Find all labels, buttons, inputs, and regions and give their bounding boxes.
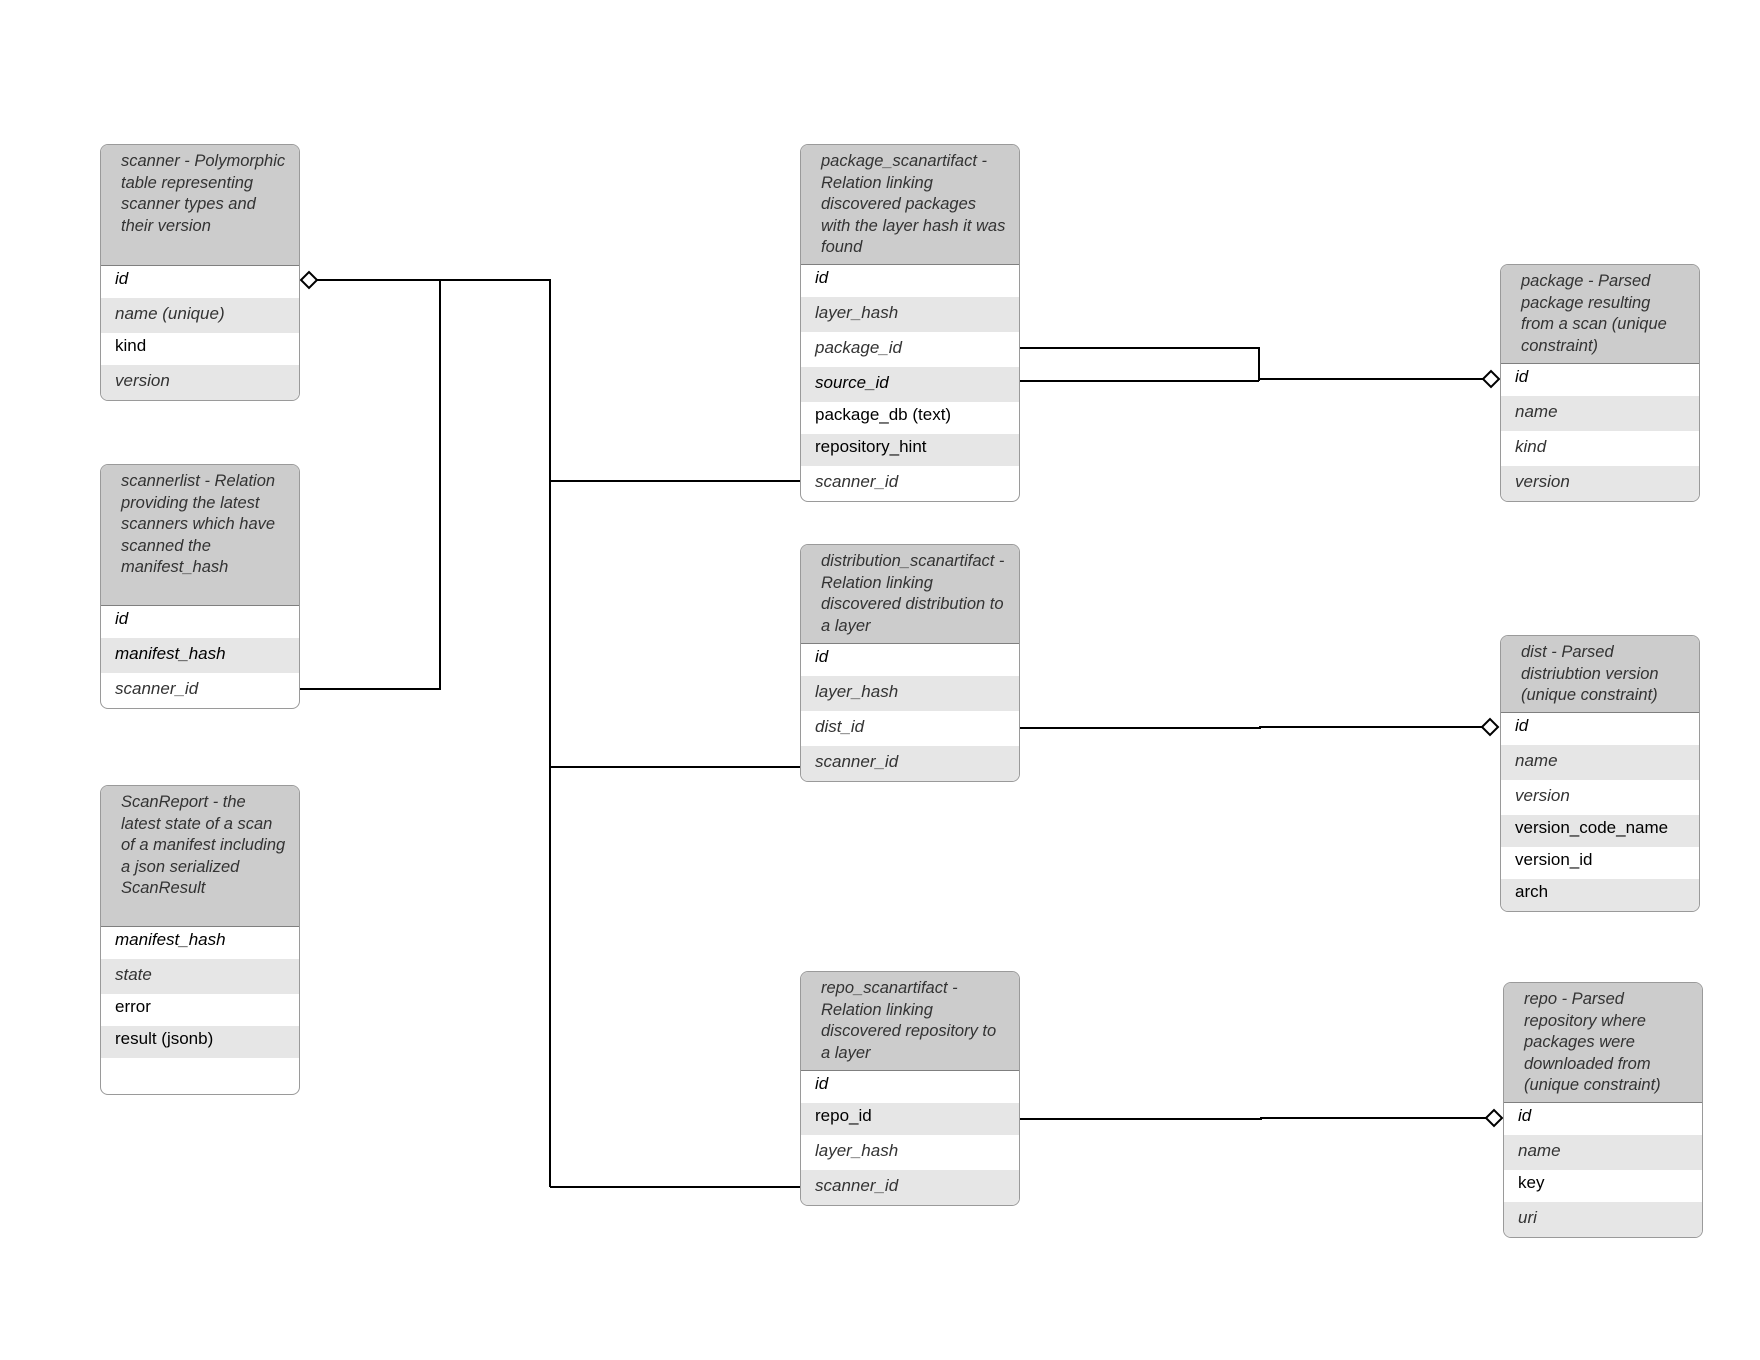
field-manifest-hash: manifest_hash — [115, 930, 226, 949]
field-list: id name key uri — [1504, 1103, 1702, 1237]
field-id: id — [815, 647, 829, 666]
link-repo-id — [1020, 1117, 1486, 1120]
field-list: id layer_hash package_id source_id package_d… — [801, 265, 1019, 501]
field-layer-hash: layer_hash — [801, 676, 1019, 711]
entity-dist[interactable]: dist - Parsed distriubtion version (uniq… — [1500, 635, 1700, 912]
entity-title: package_scanartifact - Relation linking … — [801, 145, 1019, 265]
field-name: name — [1501, 745, 1699, 780]
field-list: id repo_id layer_hash scanner_id — [801, 1071, 1019, 1205]
entity-title: scanner - Polymorphic table representing… — [101, 145, 299, 266]
field-repo-id: repo_id — [801, 1103, 1019, 1135]
field-arch: arch — [1501, 879, 1699, 911]
link-package-id — [1020, 347, 1260, 381]
entity-title: ScanReport - the latest state of a scan … — [101, 786, 299, 927]
field-source-id: source_id — [801, 367, 1019, 402]
entity-scanner[interactable]: scanner - Polymorphic table representing… — [100, 144, 300, 401]
field-id: id — [1515, 367, 1529, 386]
field-layer-hash: layer_hash — [815, 1141, 899, 1160]
entity-title: package - Parsed package resulting from … — [1501, 265, 1699, 364]
field-empty — [101, 1058, 299, 1094]
field-list: id name version version_code_name version_id… — [1501, 713, 1699, 911]
entity-scannerlist[interactable]: scannerlist - Relation providing the lat… — [100, 464, 300, 709]
field-id: id — [1518, 1106, 1532, 1125]
field-list: id manifest_hash scanner_id — [101, 606, 299, 708]
field-name: name — [1504, 1135, 1702, 1170]
diamond-dist-id — [1480, 717, 1500, 737]
field-version: version — [1501, 466, 1699, 501]
entity-title: distribution_scanartifact - Relation lin… — [801, 545, 1019, 644]
field-result-jsonb: result (jsonb) — [101, 1026, 299, 1058]
field-name-unique: name (unique) — [101, 298, 299, 333]
field-uri: uri — [1504, 1202, 1702, 1237]
field-scanner-id: scanner_id — [801, 1170, 1019, 1205]
field-id: id — [815, 268, 829, 287]
field-name: name — [1501, 396, 1699, 431]
entity-distribution-scanartifact[interactable]: distribution_scanartifact - Relation lin… — [800, 544, 1020, 782]
link-scannerlist-scanner — [300, 280, 441, 690]
field-kind: kind — [115, 336, 147, 355]
diamond-scanner-id — [299, 270, 319, 290]
field-dist-id: dist_id — [815, 717, 865, 736]
field-package-id: package_id — [815, 338, 902, 357]
field-scanner-id: scanner_id — [115, 679, 199, 698]
entity-package-scanartifact[interactable]: package_scanartifact - Relation linking … — [800, 144, 1020, 502]
diamond-repo-id — [1484, 1108, 1504, 1128]
field-id: id — [115, 269, 129, 288]
entity-repo-scanartifact[interactable]: repo_scanartifact - Relation linking dis… — [800, 971, 1020, 1206]
field-repository-hint: repository_hint — [801, 434, 1019, 466]
field-list: manifest_hashstate error result (jsonb) — [101, 927, 299, 1094]
entity-scanreport[interactable]: ScanReport - the latest state of a scan … — [100, 785, 300, 1095]
field-state: state — [101, 959, 299, 994]
field-version-id: version_id — [1515, 850, 1593, 869]
entity-title: repo_scanartifact - Relation linking dis… — [801, 972, 1019, 1071]
field-list: id layer_hash dist_id scanner_id — [801, 644, 1019, 781]
entity-title: scannerlist - Relation providing the lat… — [101, 465, 299, 606]
field-layer-hash: layer_hash — [801, 297, 1019, 332]
field-list: id name kind version — [1501, 364, 1699, 501]
field-list: id name (unique) kind version — [101, 266, 299, 400]
field-error: error — [115, 997, 151, 1016]
field-version: version — [1515, 786, 1570, 805]
link-dist-id — [1020, 726, 1482, 729]
field-key: key — [1518, 1173, 1545, 1192]
field-kind: kind — [1515, 437, 1547, 456]
field-scanner-id: scanner_id — [815, 472, 899, 491]
field-id: id — [115, 609, 129, 628]
entity-title: repo - Parsed repository where packages … — [1504, 983, 1702, 1103]
entity-repo[interactable]: repo - Parsed repository where packages … — [1503, 982, 1703, 1238]
link-scanner-hub-top — [317, 279, 551, 1187]
field-package-db-text: package_db (text) — [815, 405, 952, 424]
entity-package[interactable]: package - Parsed package resulting from … — [1500, 264, 1700, 502]
field-id: id — [1515, 716, 1529, 735]
field-manifest-hash: manifest_hash — [101, 638, 299, 673]
field-scanner-id: scanner_id — [801, 746, 1019, 781]
field-id: id — [815, 1074, 829, 1093]
entity-title: dist - Parsed distriubtion version (uniq… — [1501, 636, 1699, 713]
diamond-package-id — [1481, 369, 1501, 389]
field-version-code-name: version_code_name — [1501, 815, 1699, 847]
field-version: version — [101, 365, 299, 400]
